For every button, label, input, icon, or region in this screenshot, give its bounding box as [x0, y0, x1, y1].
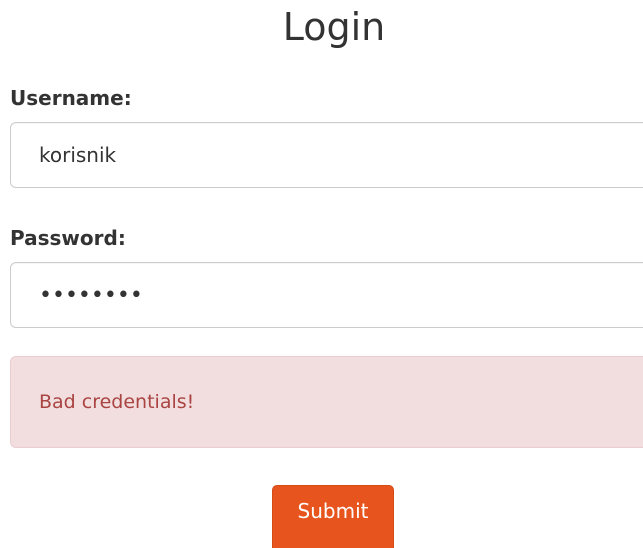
- password-input[interactable]: [10, 262, 643, 328]
- password-label: Password:: [10, 226, 126, 250]
- error-alert: Bad credentials!: [10, 356, 643, 448]
- login-page: Login Username: Password: Bad credential…: [0, 0, 643, 548]
- username-label: Username:: [10, 86, 132, 110]
- page-title: Login: [282, 5, 386, 49]
- username-input[interactable]: [10, 122, 643, 188]
- submit-button[interactable]: Submit: [272, 485, 394, 548]
